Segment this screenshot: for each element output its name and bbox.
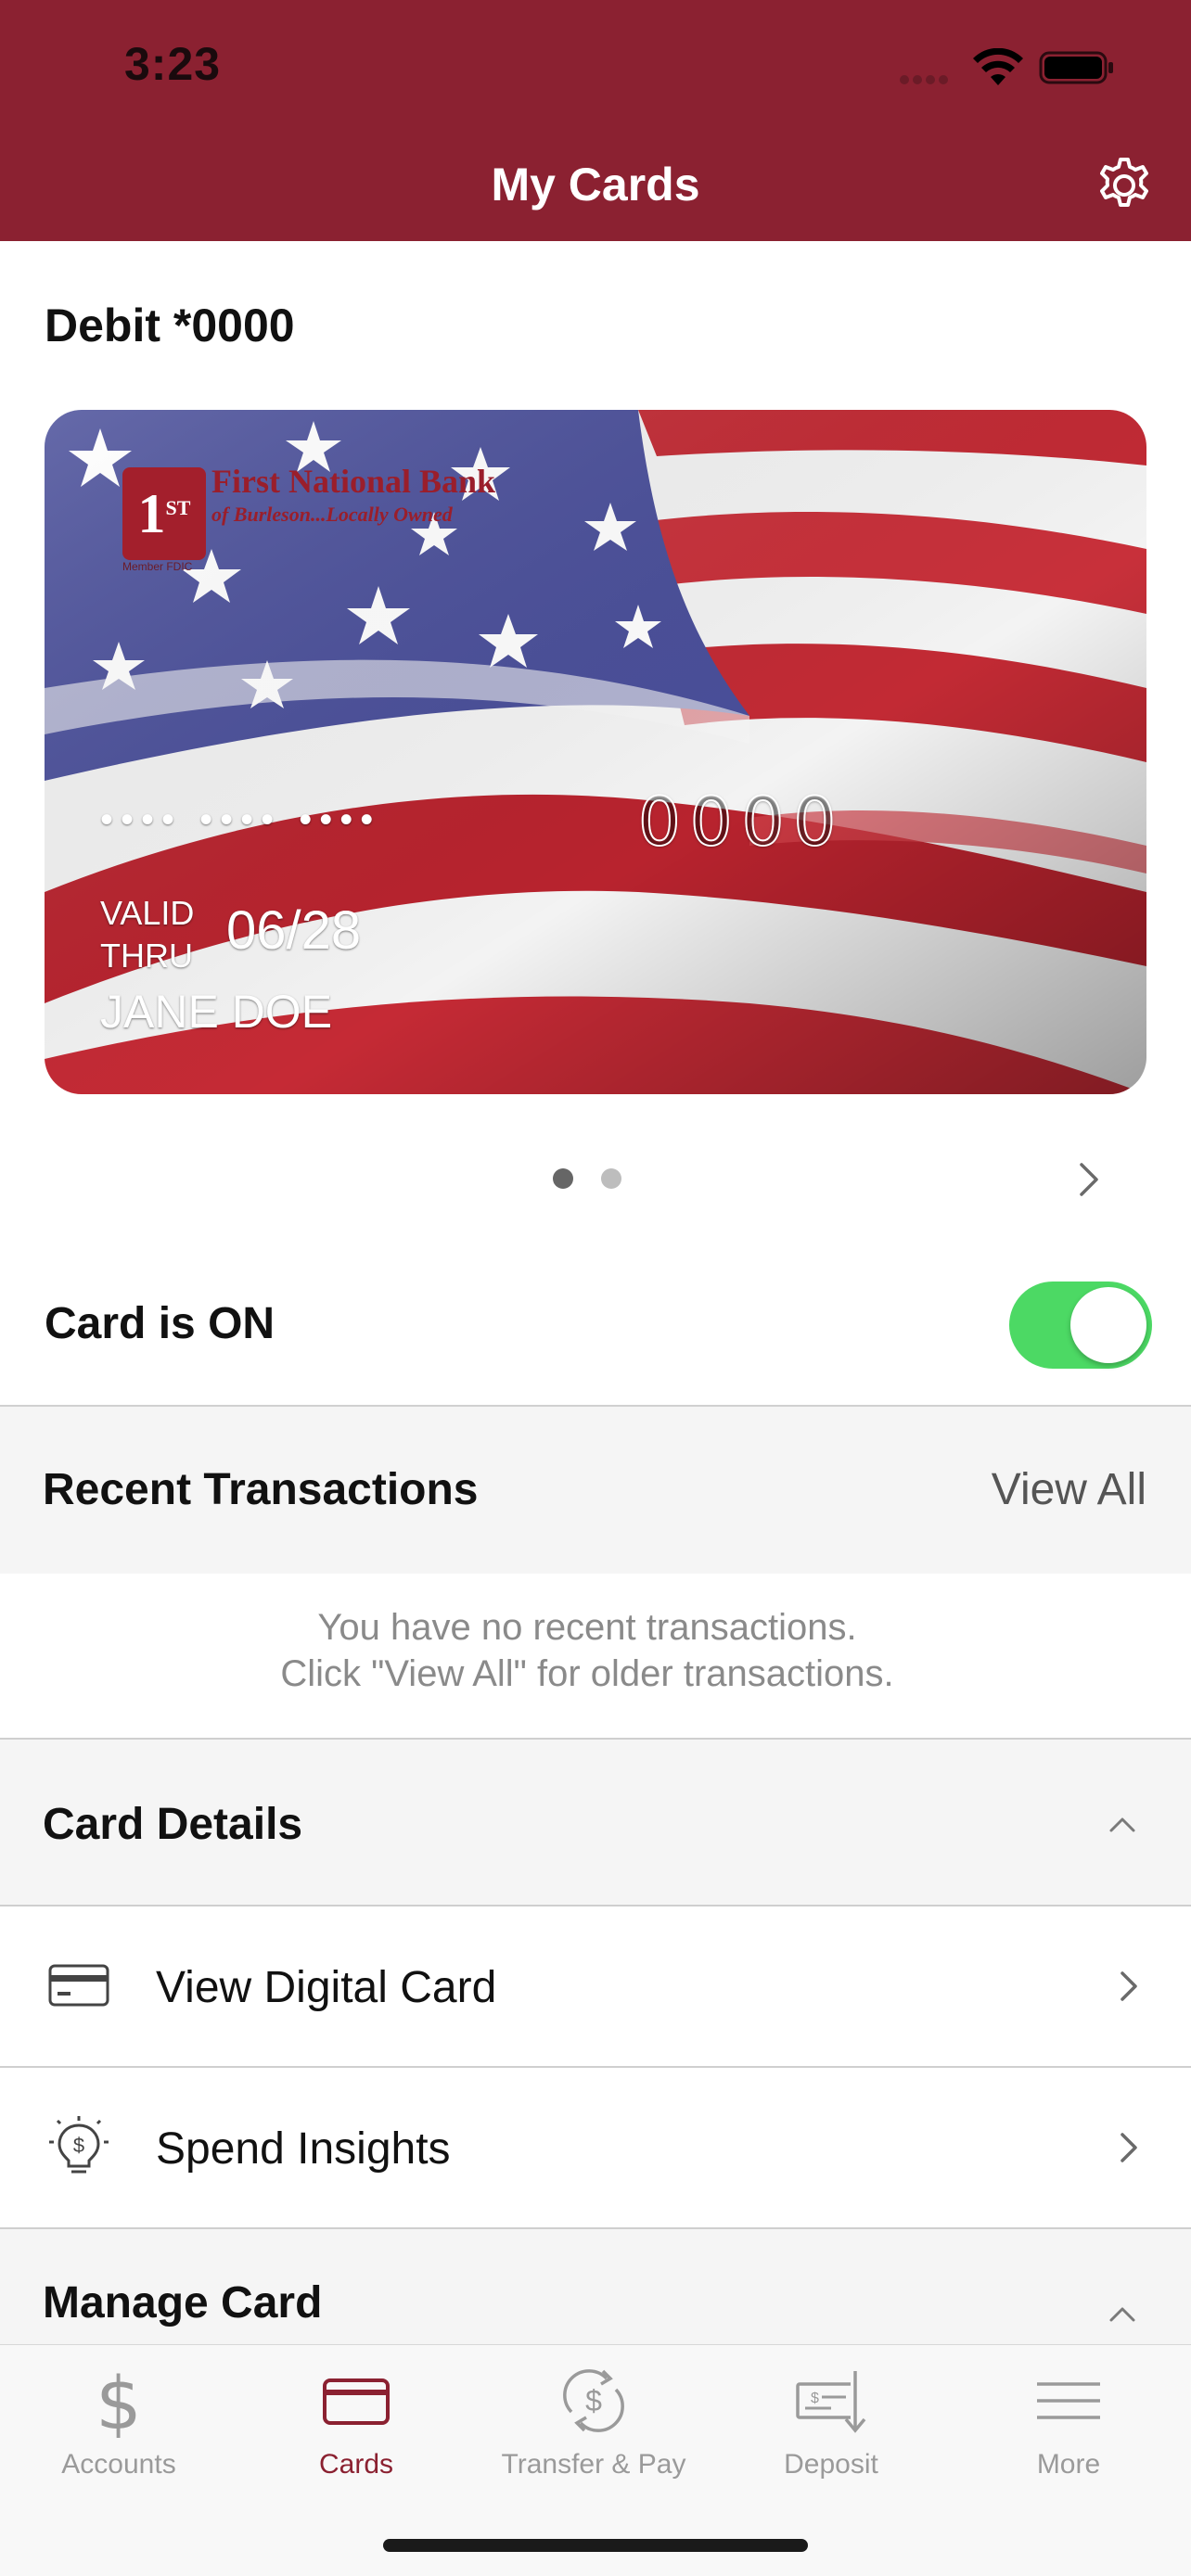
- tab-deposit-label: Deposit: [784, 2449, 878, 2480]
- valid-thru-label: VALID THRU: [100, 894, 195, 975]
- tab-transfer-pay[interactable]: $ Transfer & Pay: [475, 2345, 712, 2493]
- settings-gear-icon[interactable]: [1095, 156, 1154, 215]
- card-expiry: 06/28: [226, 900, 362, 961]
- card-details-title: Card Details: [43, 1800, 303, 1849]
- credit-card-icon: [48, 1964, 109, 2007]
- check-deposit-icon: $: [796, 2371, 866, 2433]
- svg-text:$: $: [73, 2134, 84, 2157]
- wifi-icon: [973, 48, 1023, 85]
- page-dot-active[interactable]: [553, 1168, 573, 1189]
- tab-deposit[interactable]: $ Deposit: [712, 2345, 950, 2493]
- card-number-mask: •••• •••• ••••: [100, 799, 381, 840]
- tab-more[interactable]: More: [950, 2345, 1187, 2493]
- debit-card-image[interactable]: 1ST Member FDIC First National Bank of B…: [45, 410, 1146, 1094]
- recent-transactions-title: Recent Transactions: [43, 1465, 479, 1514]
- card-status-label: Card is ON: [45, 1299, 275, 1348]
- battery-icon: [1039, 51, 1113, 84]
- cardholder-name: JANE DOE: [100, 986, 333, 1038]
- manage-card-header[interactable]: Manage Card: [0, 2229, 1191, 2344]
- home-indicator[interactable]: [383, 2539, 808, 2552]
- card-icon: [323, 2378, 390, 2425]
- tab-more-label: More: [1036, 2449, 1101, 2480]
- spend-insights-row[interactable]: $ Spend Insights: [0, 2068, 1191, 2227]
- bank-tagline: of Burleson...Locally Owned: [211, 503, 453, 526]
- tab-transfer-pay-label: Transfer & Pay: [501, 2449, 686, 2480]
- chevron-right-icon[interactable]: [1072, 1157, 1106, 1202]
- status-bar: 3:23: [0, 0, 1191, 139]
- view-all-link[interactable]: View All: [992, 1464, 1146, 1515]
- svg-text:$: $: [811, 2391, 819, 2406]
- chevron-right-icon: [1121, 1971, 1137, 2001]
- cellular-signal-icon: [900, 72, 955, 84]
- card-details-header[interactable]: Card Details: [0, 1740, 1191, 1906]
- tab-cards[interactable]: Cards: [237, 2345, 475, 2493]
- svg-text:$: $: [585, 2384, 602, 2417]
- card-last-four: 0000: [637, 782, 846, 861]
- page-dot[interactable]: [601, 1168, 621, 1189]
- tab-accounts[interactable]: $ Accounts: [0, 2345, 237, 2493]
- view-digital-card-label: View Digital Card: [156, 1963, 497, 2012]
- app-header: 3:23 My Cards: [0, 0, 1191, 241]
- manage-card-title: Manage Card: [43, 2278, 323, 2327]
- bank-logo: 1ST: [122, 467, 206, 560]
- chevron-right-icon: [1121, 2133, 1137, 2162]
- transfer-icon: $: [563, 2369, 624, 2432]
- tab-cards-label: Cards: [318, 2449, 394, 2480]
- chevron-up-icon[interactable]: [1106, 1814, 1139, 1836]
- menu-icon: [1037, 2382, 1100, 2419]
- no-transactions-message: You have no recent transactions. Click "…: [0, 1604, 1174, 1697]
- recent-transactions-header: Recent Transactions View All: [0, 1407, 1191, 1574]
- view-digital-card-row[interactable]: View Digital Card: [0, 1906, 1191, 2066]
- member-fdic-text: Member FDIC: [122, 560, 193, 573]
- empty-message-line-2: Click "View All" for older transactions.: [280, 1653, 894, 1694]
- svg-text:$: $: [96, 2364, 142, 2438]
- empty-message-line-1: You have no recent transactions.: [317, 1607, 857, 1648]
- chevron-up-icon[interactable]: [1106, 2303, 1139, 2326]
- spend-insights-label: Spend Insights: [156, 2124, 451, 2174]
- toggle-knob: [1070, 1287, 1146, 1363]
- dollar-icon: $: [96, 2364, 142, 2438]
- card-status-row: Card is ON: [0, 1244, 1191, 1407]
- status-time: 3:23: [124, 38, 222, 90]
- tab-accounts-label: Accounts: [61, 2449, 176, 2480]
- bank-name: First National Bank: [211, 463, 496, 500]
- page-title: My Cards: [491, 159, 700, 210]
- lightbulb-dollar-icon: $: [49, 2116, 109, 2174]
- card-account-label: Debit *0000: [45, 300, 295, 351]
- card-on-off-toggle[interactable]: [1009, 1282, 1152, 1369]
